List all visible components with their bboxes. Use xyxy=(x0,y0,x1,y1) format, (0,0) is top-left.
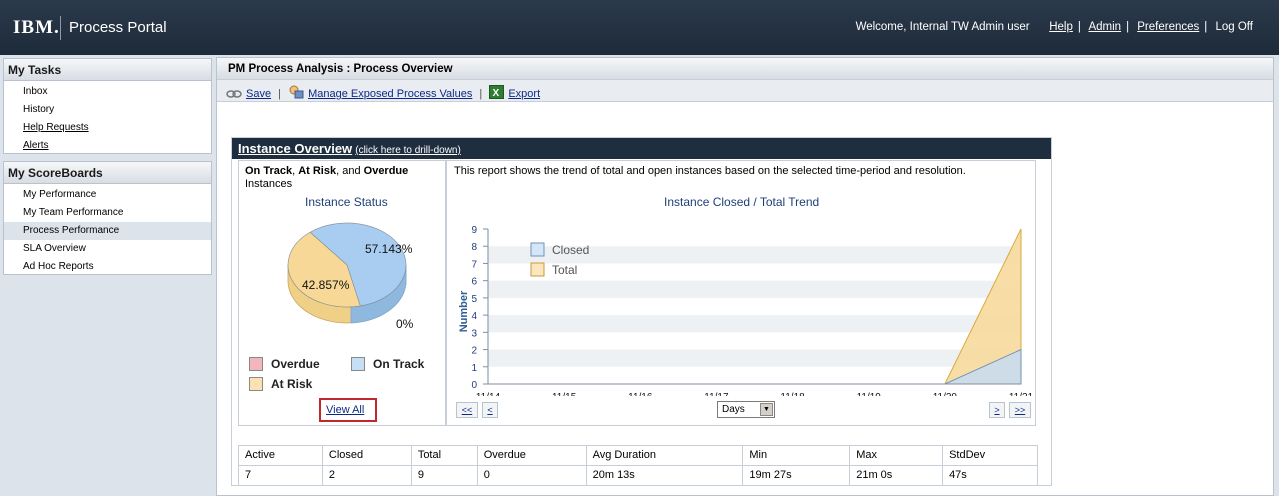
toolbar: Save | Manage Exposed Process Values | X… xyxy=(217,80,1273,102)
sidebar-item-history[interactable]: History xyxy=(4,101,211,119)
logoff-link[interactable]: Log Off xyxy=(1215,21,1253,33)
page-title: PM Process Analysis : Process Overview xyxy=(217,58,1273,80)
help-link[interactable]: Help xyxy=(1049,21,1073,33)
save-icon xyxy=(226,89,242,102)
sidebar-item-ad-hoc-reports[interactable]: Ad Hoc Reports xyxy=(4,258,211,276)
y-tick-label: 9 xyxy=(471,225,477,236)
stats-header-cell: Avg Duration xyxy=(585,445,744,466)
sidebar-item-help-requests[interactable]: Help Requests xyxy=(4,119,211,137)
welcome-text: Welcome, Internal TW Admin user xyxy=(855,21,1030,33)
legend-label-total: Total xyxy=(552,263,577,277)
trend-chart: 012345678911/1411/1511/1611/1711/1811/19… xyxy=(458,225,1034,397)
stats-value-cell: 19m 27s xyxy=(742,465,851,486)
stats-value-cell: 7 xyxy=(238,465,323,486)
sidebar-item-my-performance[interactable]: My Performance xyxy=(4,186,211,204)
sidebar-item-alerts[interactable]: Alerts xyxy=(4,137,211,155)
svg-text:X: X xyxy=(493,88,500,99)
stats-value-cell: 20m 13s xyxy=(585,465,744,486)
top-header: IBM. Process Portal Welcome, Internal TW… xyxy=(0,0,1279,55)
next-page-button[interactable]: > xyxy=(989,402,1005,418)
my-tasks-title: My Tasks xyxy=(4,59,211,81)
stats-header-cell: StdDev xyxy=(942,445,1038,466)
stats-header-cell: Closed xyxy=(321,445,412,466)
sidebar-item-process-performance[interactable]: Process Performance xyxy=(4,222,211,240)
trend-description: This report shows the trend of total and… xyxy=(454,165,966,177)
instance-overview: Instance Overview (click here to drill-d… xyxy=(231,137,1052,486)
chevron-down-icon[interactable]: ▼ xyxy=(760,403,773,416)
excel-icon: X xyxy=(489,85,505,102)
stats-header-cell: Min xyxy=(742,445,851,466)
ibm-logo: IBM. xyxy=(13,17,60,38)
y-tick-label: 7 xyxy=(471,259,477,270)
y-tick-label: 6 xyxy=(471,277,477,288)
my-scoreboards-panel: My ScoreBoards My Performance My Team Pe… xyxy=(3,161,212,275)
grid-band xyxy=(488,280,1021,298)
stats-header-cell: Max xyxy=(849,445,944,466)
pie-title: Instance Status xyxy=(305,195,388,209)
legend-swatch-closed xyxy=(530,242,545,257)
admin-link[interactable]: Admin xyxy=(1088,21,1121,33)
pie-label-at-risk: 42.857% xyxy=(302,278,350,292)
my-scoreboards-title: My ScoreBoards xyxy=(4,162,211,184)
pie-label-overdue: 0% xyxy=(396,317,414,331)
view-all-box: View All xyxy=(319,398,377,422)
sidebar-item-sla-overview[interactable]: SLA Overview xyxy=(4,240,211,258)
sidebar-item-inbox[interactable]: Inbox xyxy=(4,83,211,101)
legend-label-closed: Closed xyxy=(552,243,589,257)
app-name: Process Portal xyxy=(69,19,167,36)
resolution-select[interactable]: Days ▼ xyxy=(717,401,775,418)
stats-header-cell: Overdue xyxy=(476,445,587,466)
instance-status-pie: 57.143% 42.857% 0% xyxy=(287,222,414,331)
trend-nav: << < Days ▼ > >> xyxy=(447,396,1035,422)
preferences-link[interactable]: Preferences xyxy=(1137,21,1199,33)
legend-label-on-track: On Track xyxy=(373,357,425,371)
main-panel: PM Process Analysis : Process Overview S… xyxy=(216,57,1274,496)
legend-label-at-risk: At Risk xyxy=(271,377,313,391)
view-all-link[interactable]: View All xyxy=(326,404,364,416)
instance-overview-header[interactable]: Instance Overview (click here to drill-d… xyxy=(232,138,1051,159)
y-tick-label: 2 xyxy=(471,346,477,357)
save-button[interactable]: Save xyxy=(246,88,271,100)
logo-divider xyxy=(60,16,61,40)
legend-swatch-at-risk xyxy=(249,377,263,391)
y-tick-label: 3 xyxy=(471,328,477,339)
first-page-button[interactable]: << xyxy=(456,402,478,418)
stats-value-cell: 47s xyxy=(942,465,1038,486)
y-tick-label: 8 xyxy=(471,242,477,253)
y-axis-label: Number xyxy=(458,290,470,332)
last-page-button[interactable]: >> xyxy=(1009,402,1031,418)
user-links: Welcome, Internal TW Admin user Help | Ad… xyxy=(855,21,1253,33)
y-tick-label: 5 xyxy=(471,294,477,305)
legend-swatch-on-track xyxy=(351,357,365,371)
manage-exposed-values-button[interactable]: Manage Exposed Process Values xyxy=(308,88,472,100)
drill-down-link[interactable]: (click here to drill-down) xyxy=(355,145,461,156)
grid-band xyxy=(488,315,1021,333)
sidebar-item-my-team-performance[interactable]: My Team Performance xyxy=(4,204,211,222)
legend-label-overdue: Overdue xyxy=(271,357,320,371)
stats-value-cell: 9 xyxy=(410,465,478,486)
instance-status-box: On Track, At Risk, and Overdue Instances… xyxy=(238,160,446,426)
legend-swatch-overdue xyxy=(249,357,263,371)
y-tick-label: 4 xyxy=(471,311,477,322)
y-tick-label: 0 xyxy=(471,380,477,391)
y-tick-label: 1 xyxy=(471,363,477,374)
stats-header-row: Active Closed Total Overdue Avg Duration Min M… xyxy=(238,445,1038,466)
export-button[interactable]: Export xyxy=(508,88,540,100)
stats-value-row: 7 2 9 0 20m 13s 19m 27s 21m 0s 47s xyxy=(238,465,1038,486)
stats-header-cell: Total xyxy=(410,445,478,466)
my-tasks-panel: My Tasks Inbox History Help Requests Ale… xyxy=(3,58,212,154)
grid-band xyxy=(488,349,1021,367)
stats-value-cell: 21m 0s xyxy=(849,465,944,486)
status-intro: On Track, At Risk, and Overdue Instances xyxy=(245,165,409,190)
manage-values-icon xyxy=(288,85,304,102)
instance-overview-title[interactable]: Instance Overview xyxy=(238,141,352,156)
legend-swatch-total xyxy=(530,262,545,277)
prev-page-button[interactable]: < xyxy=(482,402,498,418)
trend-box: This report shows the trend of total and… xyxy=(446,160,1036,426)
stats-header-cell: Active xyxy=(238,445,323,466)
stats-table: Active Closed Total Overdue Avg Duration Min M… xyxy=(238,445,1038,486)
pie-label-on-track: 57.143% xyxy=(365,242,413,256)
stats-value-cell: 0 xyxy=(476,465,587,486)
stats-value-cell: 2 xyxy=(321,465,412,486)
